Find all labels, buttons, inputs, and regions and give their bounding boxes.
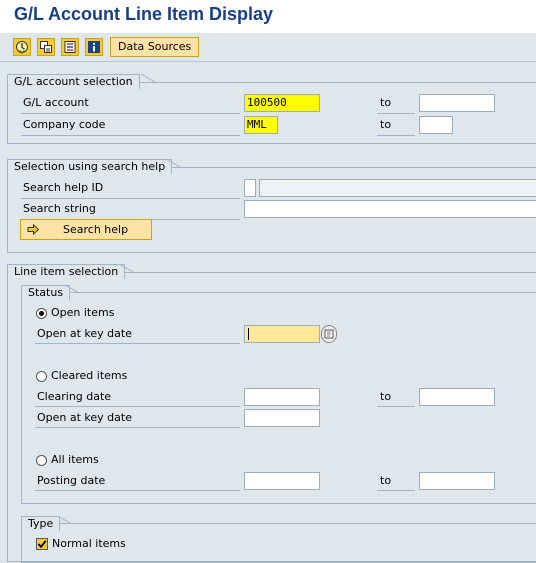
status-title: Status [21,285,71,300]
cleared-items-label: Cleared items [51,369,128,382]
cleared-items-radio[interactable] [36,371,47,382]
search-help-button-label: Search help [63,223,129,236]
posting-date-from-field[interactable] [244,472,320,490]
tab-slant-decoration [58,516,72,524]
label-underline [377,135,415,136]
company-code-from-field[interactable]: MML [244,116,278,134]
company-code-to-label: to [380,118,392,131]
data-sources-button[interactable]: Data Sources [110,37,200,57]
label-underline [21,198,240,199]
open-at-key-date-label: Open at key date [37,327,132,340]
title-bar: G/L Account Line Item Display [0,0,536,34]
clearing-date-from-field[interactable] [244,388,320,406]
label-underline [35,406,240,407]
search-help-button[interactable]: Search help [20,219,152,240]
value-help-icon [324,329,334,339]
label-underline [377,490,415,491]
execute-icon[interactable] [13,38,31,56]
label-underline [21,135,240,136]
line-item-selection-title: Line item selection [7,264,126,279]
label-underline [35,343,240,344]
program-documentation-icon[interactable] [85,38,103,56]
label-underline [21,113,240,114]
cleared-open-at-key-date-field[interactable] [244,409,320,427]
posting-date-to-field[interactable] [419,472,495,490]
company-code-label: Company code [23,118,106,131]
search-string-field[interactable] [244,200,536,218]
search-string-label: Search string [23,202,96,215]
page-title: G/L Account Line Item Display [14,4,274,24]
search-help-id-field[interactable] [244,179,256,197]
clearing-date-to-field[interactable] [419,388,495,406]
get-variant-icon[interactable] [37,38,55,56]
gl-account-from-field[interactable]: 100500 [244,94,320,112]
normal-items-label: Normal items [52,537,126,550]
open-at-key-date-field[interactable] [244,325,320,343]
type-title: Type [21,516,61,531]
cleared-open-at-key-date-label: Open at key date [37,411,132,424]
label-underline [377,113,415,114]
search-help-section-title: Selection using search help [7,159,173,174]
clearing-date-to-label: to [380,390,392,403]
checkmark-icon [37,540,47,549]
gl-account-label: G/L account [23,96,89,109]
gl-account-to-label: to [380,96,392,109]
tab-slant-decoration [166,159,182,168]
value-help-button[interactable] [321,325,337,343]
dynamic-selections-icon[interactable] [61,38,79,56]
tab-slant-decoration [65,285,79,293]
gl-account-to-field[interactable] [419,94,495,112]
label-underline [35,427,240,428]
posting-date-to-label: to [380,474,392,487]
search-help-id-label: Search help ID [23,181,104,194]
label-underline [377,406,415,407]
normal-items-checkbox[interactable] [36,538,48,550]
application-toolbar: Data Sources [0,33,536,62]
gl-account-selection-title: G/L account selection [7,74,140,89]
clearing-date-label: Clearing date [37,390,112,403]
arrow-right-icon [27,224,40,235]
tab-slant-decoration [141,74,157,83]
open-items-label: Open items [51,306,115,319]
company-code-to-field[interactable] [419,116,453,134]
all-items-radio[interactable] [36,455,47,466]
search-help-id-description-field [259,179,536,197]
label-underline [35,490,240,491]
text-cursor [248,328,249,340]
tab-slant-decoration [119,264,135,273]
open-items-radio[interactable] [36,308,47,319]
posting-date-label: Posting date [37,474,106,487]
all-items-label: All items [51,453,99,466]
